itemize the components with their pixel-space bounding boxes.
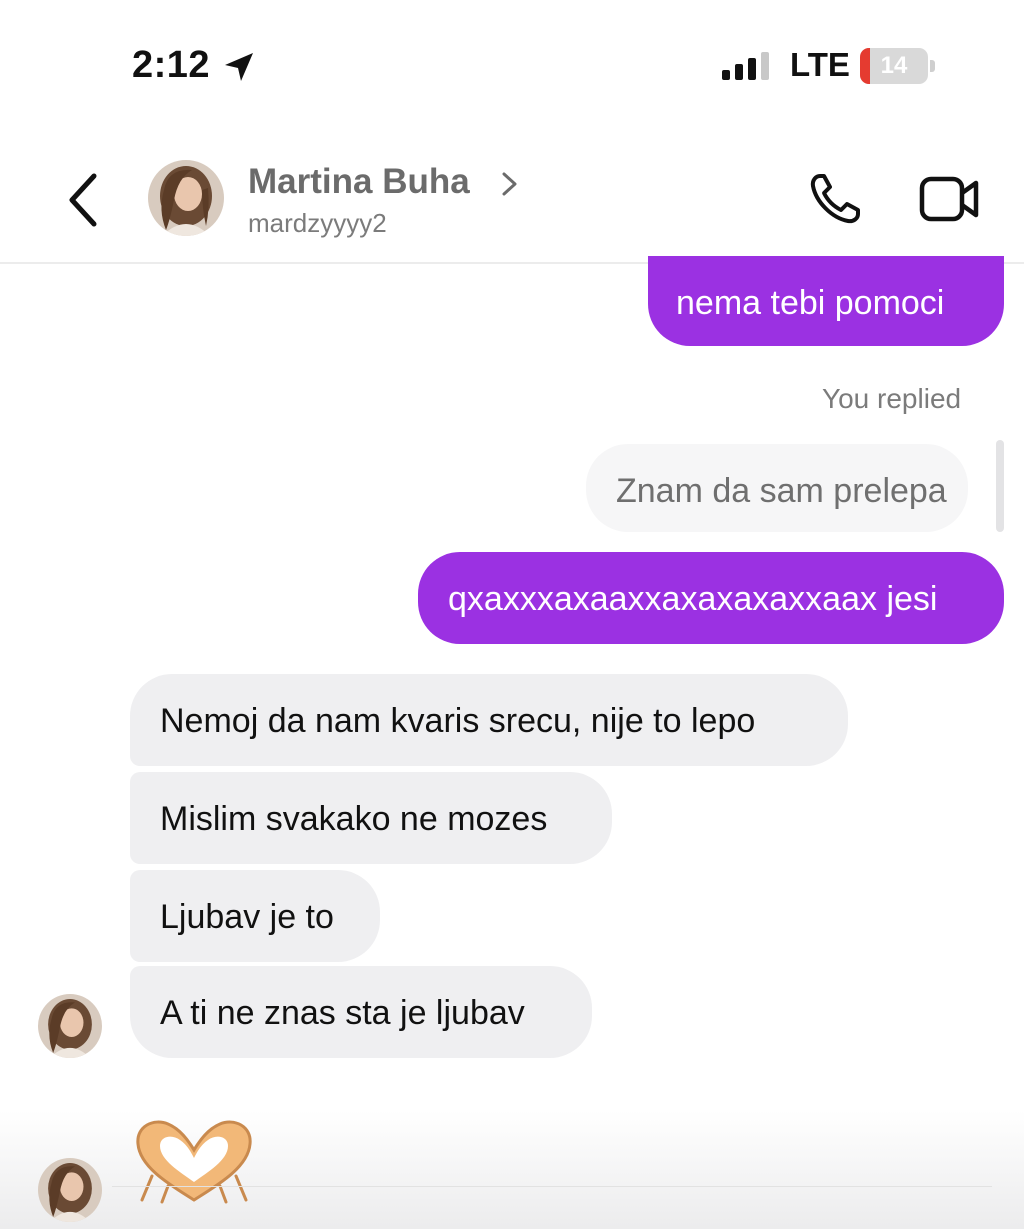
- avatar-photo: [38, 1158, 102, 1222]
- received-message[interactable]: Nemoj da nam kvaris srecu, nije to lepo: [130, 674, 848, 766]
- battery-icon: 14: [860, 48, 938, 84]
- battery-level: 14: [880, 52, 908, 79]
- location-arrow-icon: [225, 53, 253, 81]
- contact-username: mardzyyyy2: [248, 208, 387, 238]
- composer-divider: [112, 1186, 992, 1187]
- status-time: 2:12: [132, 44, 211, 86]
- chevron-right-icon[interactable]: [498, 170, 522, 198]
- received-message[interactable]: A ti ne znas sta je ljubav: [130, 966, 592, 1058]
- cellular-signal-icon: [722, 52, 769, 80]
- network-type: LTE: [790, 46, 850, 83]
- received-message[interactable]: Ljubav je to: [130, 870, 380, 962]
- received-message[interactable]: Mislim svakako ne mozes: [130, 772, 612, 864]
- back-chevron-icon[interactable]: [60, 168, 108, 232]
- sent-message[interactable]: nema tebi pomoci: [648, 256, 1004, 346]
- reply-caption: You replied: [822, 383, 962, 414]
- heart-hands-emoji[interactable]: [132, 1116, 256, 1204]
- reply-indicator-bar: [996, 440, 1004, 532]
- phone-icon[interactable]: [806, 170, 864, 228]
- avatar-photo: [38, 994, 102, 1058]
- contact-name[interactable]: Martina Buha: [248, 162, 470, 202]
- reply-quote[interactable]: Znam da sam prelepa: [586, 444, 968, 532]
- battery-cap: [930, 60, 935, 72]
- battery-body: 14: [860, 48, 928, 84]
- avatar-photo: [148, 160, 224, 236]
- video-camera-icon[interactable]: [918, 174, 982, 224]
- avatar[interactable]: [38, 994, 102, 1058]
- sent-message[interactable]: qxaxxxaxaaxxaxaxaxaxxaax jesi: [418, 552, 1004, 644]
- avatar[interactable]: [38, 1158, 102, 1222]
- avatar[interactable]: [148, 160, 224, 236]
